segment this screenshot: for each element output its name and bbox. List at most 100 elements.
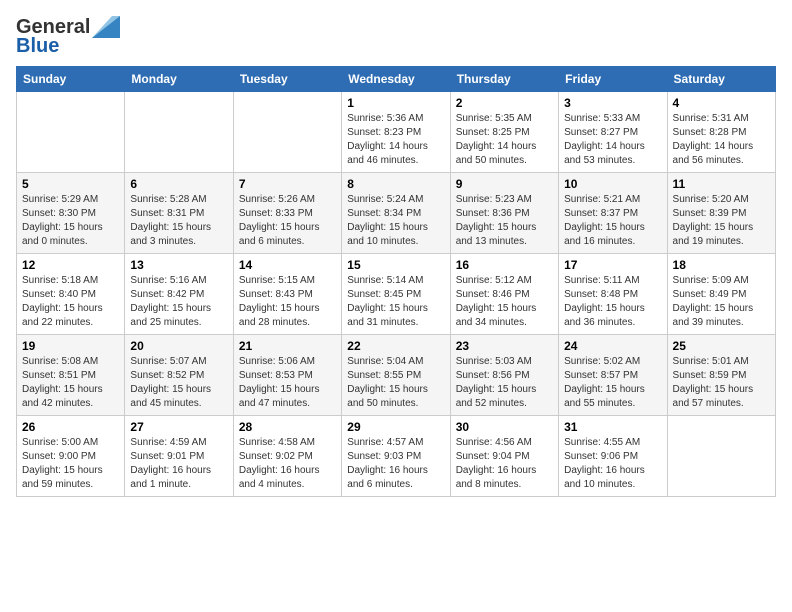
calendar-week-4: 19 Sunrise: 5:08 AM Sunset: 8:51 PM Dayli… (17, 335, 776, 416)
day-number: 12 (22, 258, 119, 272)
day-number: 31 (564, 420, 661, 434)
day-number: 4 (673, 96, 770, 110)
day-info: Sunrise: 5:04 AM Sunset: 8:55 PM Dayligh… (347, 355, 444, 411)
calendar-week-2: 5 Sunrise: 5:29 AM Sunset: 8:30 PM Daylig… (17, 173, 776, 254)
day-number: 30 (456, 420, 553, 434)
calendar-cell: 9 Sunrise: 5:23 AM Sunset: 8:36 PM Daylig… (450, 173, 558, 254)
calendar-cell: 14Sunrise: 5:15 AM Sunset: 8:43 PM Dayli… (233, 254, 341, 335)
day-info: Sunrise: 5:11 AM Sunset: 8:48 PM Dayligh… (564, 274, 661, 330)
day-info: Sunrise: 4:58 AM Sunset: 9:02 PM Dayligh… (239, 436, 336, 492)
day-info: Sunrise: 5:03 AM Sunset: 8:56 PM Dayligh… (456, 355, 553, 411)
day-info: Sunrise: 5:21 AM Sunset: 8:37 PM Dayligh… (564, 193, 661, 249)
weekday-header-wednesday: Wednesday (342, 67, 450, 92)
calendar-cell: 24 Sunrise: 5:02 AM Sunset: 8:57 PM Dayli… (559, 335, 667, 416)
weekday-header-sunday: Sunday (17, 67, 125, 92)
calendar-cell: 19 Sunrise: 5:08 AM Sunset: 8:51 PM Dayli… (17, 335, 125, 416)
day-number: 28 (239, 420, 336, 434)
day-number: 24 (564, 339, 661, 353)
day-number: 16 (456, 258, 553, 272)
calendar-cell: 25 Sunrise: 5:01 AM Sunset: 8:59 PM Dayli… (667, 335, 775, 416)
day-info: Sunrise: 5:06 AM Sunset: 8:53 PM Dayligh… (239, 355, 336, 411)
calendar-cell: 18 Sunrise: 5:09 AM Sunset: 8:49 PM Dayli… (667, 254, 775, 335)
weekday-header-tuesday: Tuesday (233, 67, 341, 92)
day-info: Sunrise: 5:12 AM Sunset: 8:46 PM Dayligh… (456, 274, 553, 330)
day-number: 6 (130, 177, 227, 191)
calendar-cell: 8 Sunrise: 5:24 AM Sunset: 8:34 PM Daylig… (342, 173, 450, 254)
calendar-cell: 16 Sunrise: 5:12 AM Sunset: 8:46 PM Dayli… (450, 254, 558, 335)
calendar-week-1: 1Sunrise: 5:36 AM Sunset: 8:23 PM Daylig… (17, 92, 776, 173)
calendar-cell: 26 Sunrise: 5:00 AM Sunset: 9:00 PM Dayli… (17, 416, 125, 497)
calendar-cell: 6 Sunrise: 5:28 AM Sunset: 8:31 PM Daylig… (125, 173, 233, 254)
calendar-cell: 7Sunrise: 5:26 AM Sunset: 8:33 PM Daylig… (233, 173, 341, 254)
day-info: Sunrise: 5:24 AM Sunset: 8:34 PM Dayligh… (347, 193, 444, 249)
calendar-cell: 12 Sunrise: 5:18 AM Sunset: 8:40 PM Dayli… (17, 254, 125, 335)
day-number: 8 (347, 177, 444, 191)
day-info: Sunrise: 5:31 AM Sunset: 8:28 PM Dayligh… (673, 112, 770, 168)
calendar-cell (17, 92, 125, 173)
calendar-cell: 10 Sunrise: 5:21 AM Sunset: 8:37 PM Dayli… (559, 173, 667, 254)
calendar-cell: 1Sunrise: 5:36 AM Sunset: 8:23 PM Daylig… (342, 92, 450, 173)
calendar-cell: 22 Sunrise: 5:04 AM Sunset: 8:55 PM Dayli… (342, 335, 450, 416)
calendar-cell: 5 Sunrise: 5:29 AM Sunset: 8:30 PM Daylig… (17, 173, 125, 254)
weekday-header-monday: Monday (125, 67, 233, 92)
weekday-header-saturday: Saturday (667, 67, 775, 92)
calendar-cell: 23Sunrise: 5:03 AM Sunset: 8:56 PM Dayli… (450, 335, 558, 416)
day-number: 10 (564, 177, 661, 191)
calendar-cell: 30 Sunrise: 4:56 AM Sunset: 9:04 PM Dayli… (450, 416, 558, 497)
day-info: Sunrise: 5:23 AM Sunset: 8:36 PM Dayligh… (456, 193, 553, 249)
calendar-week-3: 12 Sunrise: 5:18 AM Sunset: 8:40 PM Dayli… (17, 254, 776, 335)
page-header: General Blue (16, 16, 776, 58)
calendar-cell (667, 416, 775, 497)
day-info: Sunrise: 5:20 AM Sunset: 8:39 PM Dayligh… (673, 193, 770, 249)
calendar-cell: 29 Sunrise: 4:57 AM Sunset: 9:03 PM Dayli… (342, 416, 450, 497)
day-number: 17 (564, 258, 661, 272)
day-info: Sunrise: 5:29 AM Sunset: 8:30 PM Dayligh… (22, 193, 119, 249)
day-info: Sunrise: 5:33 AM Sunset: 8:27 PM Dayligh… (564, 112, 661, 168)
calendar-week-5: 26 Sunrise: 5:00 AM Sunset: 9:00 PM Dayli… (17, 416, 776, 497)
day-number: 18 (673, 258, 770, 272)
day-info: Sunrise: 5:08 AM Sunset: 8:51 PM Dayligh… (22, 355, 119, 411)
day-info: Sunrise: 5:14 AM Sunset: 8:45 PM Dayligh… (347, 274, 444, 330)
day-info: Sunrise: 4:55 AM Sunset: 9:06 PM Dayligh… (564, 436, 661, 492)
day-number: 29 (347, 420, 444, 434)
calendar-cell: 15 Sunrise: 5:14 AM Sunset: 8:45 PM Dayli… (342, 254, 450, 335)
day-number: 9 (456, 177, 553, 191)
day-number: 7 (239, 177, 336, 191)
day-number: 5 (22, 177, 119, 191)
day-number: 21 (239, 339, 336, 353)
day-info: Sunrise: 4:56 AM Sunset: 9:04 PM Dayligh… (456, 436, 553, 492)
day-info: Sunrise: 4:59 AM Sunset: 9:01 PM Dayligh… (130, 436, 227, 492)
calendar-table: SundayMondayTuesdayWednesdayThursdayFrid… (16, 66, 776, 497)
logo-icon (92, 16, 120, 38)
day-info: Sunrise: 5:07 AM Sunset: 8:52 PM Dayligh… (130, 355, 227, 411)
day-number: 20 (130, 339, 227, 353)
calendar-cell: 28 Sunrise: 4:58 AM Sunset: 9:02 PM Dayli… (233, 416, 341, 497)
calendar-cell: 31 Sunrise: 4:55 AM Sunset: 9:06 PM Dayli… (559, 416, 667, 497)
day-number: 25 (673, 339, 770, 353)
day-number: 19 (22, 339, 119, 353)
day-info: Sunrise: 5:36 AM Sunset: 8:23 PM Dayligh… (347, 112, 444, 168)
day-info: Sunrise: 5:01 AM Sunset: 8:59 PM Dayligh… (673, 355, 770, 411)
day-info: Sunrise: 5:28 AM Sunset: 8:31 PM Dayligh… (130, 193, 227, 249)
calendar-cell: 2 Sunrise: 5:35 AM Sunset: 8:25 PM Daylig… (450, 92, 558, 173)
day-number: 15 (347, 258, 444, 272)
calendar-cell: 20 Sunrise: 5:07 AM Sunset: 8:52 PM Dayli… (125, 335, 233, 416)
day-info: Sunrise: 5:35 AM Sunset: 8:25 PM Dayligh… (456, 112, 553, 168)
weekday-header-thursday: Thursday (450, 67, 558, 92)
day-number: 2 (456, 96, 553, 110)
logo: General Blue (16, 16, 120, 58)
day-info: Sunrise: 5:00 AM Sunset: 9:00 PM Dayligh… (22, 436, 119, 492)
day-number: 26 (22, 420, 119, 434)
calendar-cell: 21 Sunrise: 5:06 AM Sunset: 8:53 PM Dayli… (233, 335, 341, 416)
day-info: Sunrise: 5:02 AM Sunset: 8:57 PM Dayligh… (564, 355, 661, 411)
day-info: Sunrise: 5:18 AM Sunset: 8:40 PM Dayligh… (22, 274, 119, 330)
day-number: 14 (239, 258, 336, 272)
calendar-cell: 4 Sunrise: 5:31 AM Sunset: 8:28 PM Daylig… (667, 92, 775, 173)
weekday-header-friday: Friday (559, 67, 667, 92)
day-number: 27 (130, 420, 227, 434)
day-info: Sunrise: 5:09 AM Sunset: 8:49 PM Dayligh… (673, 274, 770, 330)
day-info: Sunrise: 4:57 AM Sunset: 9:03 PM Dayligh… (347, 436, 444, 492)
day-number: 22 (347, 339, 444, 353)
logo-blue-text: Blue (16, 35, 59, 58)
calendar-cell (233, 92, 341, 173)
